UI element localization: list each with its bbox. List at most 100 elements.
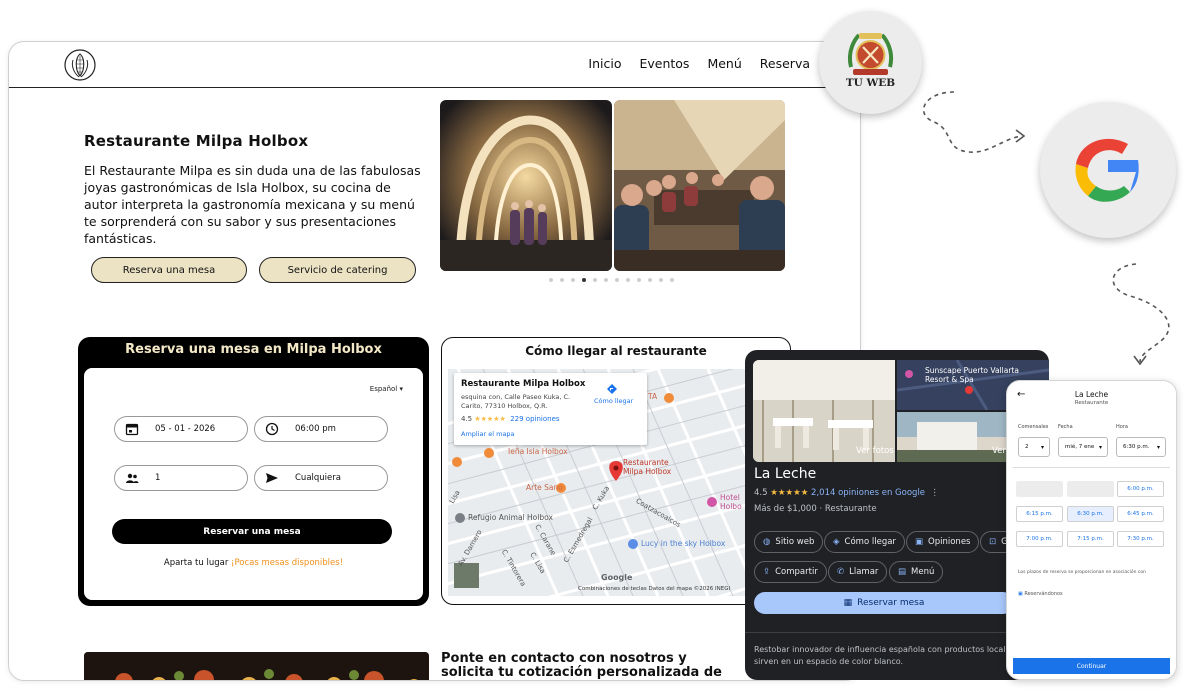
reviews-icon: ▣ bbox=[915, 537, 924, 547]
carousel-dot[interactable] bbox=[626, 278, 630, 282]
reviews-chip[interactable]: ▣ Opiniones bbox=[906, 531, 980, 553]
partner-label: Reservándonos bbox=[1024, 591, 1063, 597]
map-label-lena: Ieña Isla Holbox bbox=[508, 447, 568, 456]
date-value: 05 - 01 - 2026 bbox=[155, 424, 216, 434]
carousel-dot[interactable] bbox=[571, 278, 575, 282]
carousel-dot[interactable] bbox=[615, 278, 619, 282]
carousel-dot[interactable] bbox=[670, 278, 674, 282]
carousel-dot[interactable] bbox=[593, 278, 597, 282]
call-chip[interactable]: ✆ Llamar bbox=[828, 561, 888, 583]
map-pin-label: Restaurante Milpa Holbox bbox=[623, 458, 672, 476]
date-select[interactable]: mié, 7 ene bbox=[1058, 437, 1108, 457]
corn-logo-icon[interactable] bbox=[63, 48, 97, 82]
enlarge-map-link[interactable]: Ampliar el mapa bbox=[461, 430, 515, 438]
embedded-map[interactable]: Restaurante Milpa Holbox esquina con, Ca… bbox=[448, 369, 788, 596]
directions-title: Cómo llegar al restaurante bbox=[525, 344, 707, 358]
time-slot-unavailable bbox=[1016, 481, 1063, 497]
partner-logo-icon: ▣ bbox=[1018, 591, 1023, 597]
booking-phone-screen: ← La Leche Restaurante Comensales Fecha … bbox=[1006, 380, 1177, 680]
map-place-card: Restaurante Milpa Holbox esquina con, Ca… bbox=[454, 373, 647, 445]
business-name: La Leche bbox=[754, 466, 817, 482]
hero-title: Restaurante Milpa Holbox bbox=[84, 132, 309, 150]
site-header: Inicio Eventos Menú Reserva bbox=[9, 42, 860, 88]
send-icon bbox=[266, 473, 278, 483]
partner-name[interactable]: ▣ Reservándonos bbox=[1018, 591, 1063, 597]
see-photos-label[interactable]: Ver fotos bbox=[856, 446, 894, 456]
star-rating-icon: ★★★★★ bbox=[474, 415, 506, 423]
nav-eventos[interactable]: Eventos bbox=[639, 56, 689, 71]
directions-icon bbox=[607, 384, 617, 394]
star-rating-icon: ★★★★★ bbox=[770, 488, 809, 498]
guests-value: 1 bbox=[155, 473, 161, 483]
guests-field[interactable]: 1 bbox=[114, 465, 248, 491]
map-place-name: Restaurante Milpa Holbox bbox=[461, 379, 586, 389]
language-select[interactable]: Español ▾ bbox=[370, 385, 403, 393]
reserve-table-button[interactable]: Reserva una mesa bbox=[91, 257, 247, 283]
map-label-ta: TA bbox=[648, 392, 658, 401]
carousel-dots[interactable] bbox=[549, 278, 674, 282]
business-price-type: Más de $1,000 · Restaurante bbox=[754, 504, 877, 514]
hero-description: El Restaurante Milpa es sin duda una de … bbox=[84, 163, 421, 246]
menu-book-icon: ▤ bbox=[898, 567, 907, 577]
menu-chip[interactable]: ▤ Menú bbox=[889, 561, 944, 583]
clock-icon bbox=[265, 422, 279, 436]
note-highlight: ¡Pocas mesas disponibles! bbox=[231, 558, 344, 568]
directions-icon: ◈ bbox=[833, 537, 840, 547]
directions-chip[interactable]: ◈ Cómo llegar bbox=[824, 531, 905, 553]
time-slot[interactable]: 7:00 p.m. bbox=[1016, 531, 1063, 547]
chip-label: Cómo llegar bbox=[844, 537, 896, 547]
guests-select[interactable]: 2 bbox=[1018, 437, 1050, 457]
dashed-arrow-icon-2 bbox=[1112, 263, 1170, 366]
date-label: Fecha bbox=[1058, 424, 1073, 430]
chip-label: Opiniones bbox=[928, 537, 971, 547]
booking-title: La Leche bbox=[1074, 390, 1109, 399]
language-label: Español bbox=[369, 385, 398, 393]
time-slot[interactable]: 6:15 p.m. bbox=[1016, 506, 1063, 522]
website-window: Inicio Eventos Menú Reserva Restaurante … bbox=[8, 41, 861, 681]
business-photos[interactable]: Sunscape Puerto Vallarta Resort & Spa Ve… bbox=[753, 359, 1049, 462]
time-select[interactable]: 6:30 p.m. bbox=[1116, 437, 1166, 457]
date-field[interactable]: 05 - 01 - 2026 bbox=[114, 416, 248, 442]
reservation-widget: Reserva una mesa en Milpa Holbox Español… bbox=[78, 337, 429, 606]
map-label-lucy: Lucy in the sky Holbox bbox=[641, 539, 726, 548]
map-label-refugio: Refugio Animal Holbox bbox=[468, 513, 553, 522]
google-map-logo: Google bbox=[601, 573, 633, 582]
share-icon: ⇪ bbox=[763, 567, 771, 577]
continue-button[interactable]: Continuar bbox=[1013, 658, 1170, 674]
reviews-link[interactable]: 2,014 opiniones en Google bbox=[811, 488, 925, 498]
carousel-dot[interactable] bbox=[560, 278, 564, 282]
website-chip[interactable]: ◍ Sitio web bbox=[754, 531, 824, 553]
nav-reserva[interactable]: Reserva bbox=[760, 56, 810, 71]
carousel-dot[interactable] bbox=[659, 278, 663, 282]
google-badge bbox=[1040, 102, 1176, 238]
chip-label: Menú bbox=[911, 567, 935, 577]
map-rating-value: 4.5 bbox=[461, 415, 473, 423]
reserve-table-button[interactable]: ▦ Reservar mesa bbox=[754, 592, 1014, 614]
zone-field[interactable]: Cualquiera bbox=[254, 465, 388, 491]
carousel-dot[interactable] bbox=[582, 278, 586, 282]
time-slot[interactable]: 6:45 p.m. bbox=[1117, 506, 1164, 522]
time-field[interactable]: 06:00 pm bbox=[254, 416, 388, 442]
divider bbox=[1013, 467, 1170, 468]
time-slot[interactable]: 7:30 p.m. bbox=[1117, 531, 1164, 547]
time-slot[interactable]: 7:15 p.m. bbox=[1067, 531, 1114, 547]
nav-inicio[interactable]: Inicio bbox=[588, 56, 621, 71]
dashed-arrow-icon bbox=[922, 91, 1026, 153]
time-slot[interactable]: 6:00 p.m. bbox=[1117, 481, 1164, 497]
carousel-dot[interactable] bbox=[549, 278, 553, 282]
catering-photo bbox=[84, 652, 429, 680]
time-slot-selected[interactable]: 6:30 p.m. bbox=[1067, 506, 1114, 522]
nav-menu[interactable]: Menú bbox=[707, 56, 741, 71]
carousel-dot[interactable] bbox=[604, 278, 608, 282]
divider bbox=[745, 632, 1049, 633]
map-directions-link[interactable]: Cómo llegar bbox=[594, 384, 633, 405]
catering-service-button[interactable]: Servicio de catering bbox=[259, 257, 416, 283]
map-reviews-link[interactable]: 229 opiniones bbox=[510, 415, 559, 423]
reserve-submit-button[interactable]: Reservar una mesa bbox=[112, 519, 392, 544]
chip-label: Sitio web bbox=[775, 537, 815, 547]
share-chip[interactable]: ⇪ Compartir bbox=[754, 561, 827, 583]
people-icon bbox=[126, 473, 139, 483]
carousel-dot[interactable] bbox=[648, 278, 652, 282]
tuweb-badge: TU WEB bbox=[819, 11, 922, 114]
carousel-dot[interactable] bbox=[637, 278, 641, 282]
